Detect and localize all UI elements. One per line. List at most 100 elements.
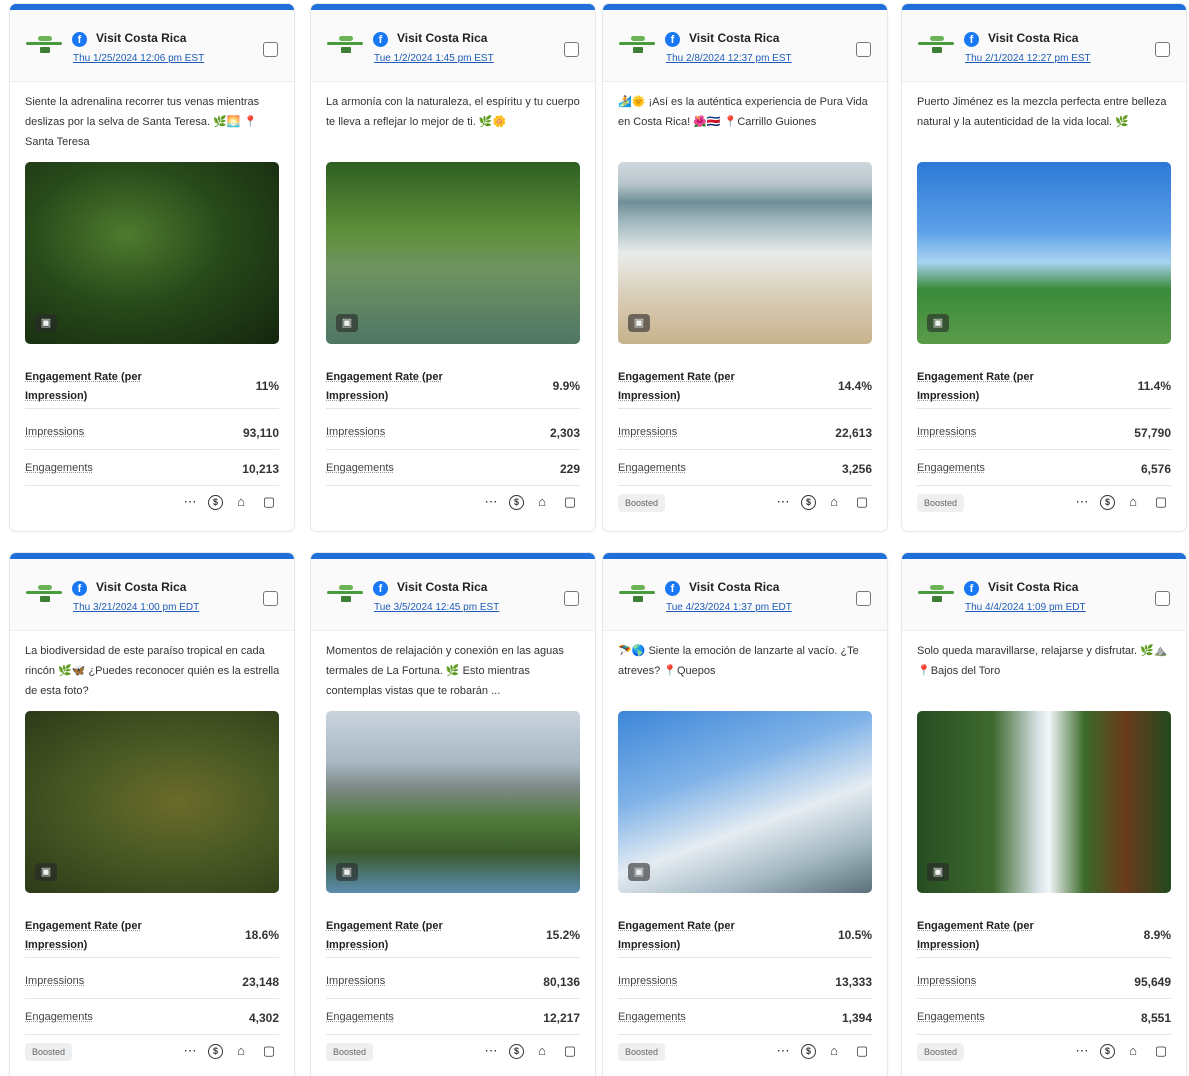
engagement-rate-row: Engagement Rate (per Impression) 11.4% <box>917 364 1171 409</box>
select-checkbox[interactable] <box>564 42 579 57</box>
impressions-row: Impressions 22,613 <box>618 420 872 450</box>
engagement-rate-label[interactable]: Engagement Rate (per Impression) <box>25 368 175 406</box>
account-name[interactable]: Visit Costa Rica <box>988 580 1078 594</box>
more-icon[interactable]: ⋯ <box>481 1041 501 1061</box>
comment-icon[interactable]: ▢ <box>1151 1041 1171 1061</box>
post-date-link[interactable]: Tue 4/23/2024 1:37 pm EDT <box>666 602 792 613</box>
tag-icon[interactable]: ⌂ <box>824 1041 844 1061</box>
engagements-label[interactable]: Engagements <box>25 462 93 474</box>
select-checkbox[interactable] <box>1155 591 1170 606</box>
tag-icon[interactable]: ⌂ <box>532 492 552 512</box>
impressions-label[interactable]: Impressions <box>618 426 677 438</box>
account-name[interactable]: Visit Costa Rica <box>988 31 1078 45</box>
post-date-link[interactable]: Tue 1/2/2024 1:45 pm EST <box>374 53 494 64</box>
facebook-icon: f <box>964 581 979 596</box>
card-header: f Visit Costa Rica Thu 3/21/2024 1:00 pm… <box>10 559 294 631</box>
post-caption: 🏄🌞 ¡Así es la auténtica experiencia de P… <box>618 96 868 128</box>
more-icon[interactable]: ⋯ <box>1072 492 1092 512</box>
dollar-icon[interactable]: $ <box>208 494 223 510</box>
engagement-rate-label[interactable]: Engagement Rate (per Impression) <box>25 917 175 955</box>
impressions-label[interactable]: Impressions <box>618 975 677 987</box>
impressions-label[interactable]: Impressions <box>326 975 385 987</box>
more-icon[interactable]: ⋯ <box>1072 1041 1092 1061</box>
image-icon: ▣ <box>336 863 358 881</box>
impressions-label[interactable]: Impressions <box>326 426 385 438</box>
dollar-icon[interactable]: $ <box>509 494 524 510</box>
tag-icon[interactable]: ⌂ <box>532 1041 552 1061</box>
engagements-label[interactable]: Engagements <box>326 462 394 474</box>
engagement-rate-label[interactable]: Engagement Rate (per Impression) <box>917 917 1067 955</box>
comment-icon[interactable]: ▢ <box>259 1041 279 1061</box>
impressions-label[interactable]: Impressions <box>25 426 84 438</box>
select-checkbox[interactable] <box>856 591 871 606</box>
comment-icon[interactable]: ▢ <box>1151 492 1171 512</box>
more-icon[interactable]: ⋯ <box>180 1041 200 1061</box>
impressions-label[interactable]: Impressions <box>917 975 976 987</box>
post-image[interactable]: ▣ <box>917 711 1171 893</box>
impressions-value: 22,613 <box>835 426 872 440</box>
impressions-label[interactable]: Impressions <box>917 426 976 438</box>
engagements-label[interactable]: Engagements <box>25 1011 93 1023</box>
card-header: f Visit Costa Rica Thu 2/8/2024 12:37 pm… <box>603 10 887 82</box>
impressions-label[interactable]: Impressions <box>25 975 84 987</box>
dollar-icon[interactable]: $ <box>509 1043 524 1059</box>
engagements-label[interactable]: Engagements <box>917 462 985 474</box>
account-name[interactable]: Visit Costa Rica <box>397 580 487 594</box>
engagements-label[interactable]: Engagements <box>917 1011 985 1023</box>
comment-icon[interactable]: ▢ <box>560 1041 580 1061</box>
select-checkbox[interactable] <box>564 591 579 606</box>
card-header: f Visit Costa Rica Thu 2/1/2024 12:27 pm… <box>902 10 1186 82</box>
engagements-label[interactable]: Engagements <box>618 1011 686 1023</box>
tag-icon[interactable]: ⌂ <box>824 492 844 512</box>
select-checkbox[interactable] <box>1155 42 1170 57</box>
more-icon[interactable]: ⋯ <box>481 492 501 512</box>
engagement-rate-label[interactable]: Engagement Rate (per Impression) <box>618 368 768 406</box>
more-icon[interactable]: ⋯ <box>773 1041 793 1061</box>
engagement-rate-label[interactable]: Engagement Rate (per Impression) <box>917 368 1067 406</box>
post-image[interactable]: ▣ <box>25 162 279 344</box>
engagement-rate-label[interactable]: Engagement Rate (per Impression) <box>326 368 476 406</box>
post-date-link[interactable]: Tue 3/5/2024 12:45 pm EST <box>374 602 499 613</box>
tag-icon[interactable]: ⌂ <box>1123 1041 1143 1061</box>
engagement-rate-label[interactable]: Engagement Rate (per Impression) <box>326 917 476 955</box>
dollar-icon[interactable]: $ <box>208 1043 223 1059</box>
account-name[interactable]: Visit Costa Rica <box>689 31 779 45</box>
post-image[interactable]: ▣ <box>618 711 872 893</box>
engagements-label[interactable]: Engagements <box>618 462 686 474</box>
select-checkbox[interactable] <box>856 42 871 57</box>
account-name[interactable]: Visit Costa Rica <box>689 580 779 594</box>
engagements-label[interactable]: Engagements <box>326 1011 394 1023</box>
select-checkbox[interactable] <box>263 591 278 606</box>
account-name[interactable]: Visit Costa Rica <box>96 580 186 594</box>
account-name[interactable]: Visit Costa Rica <box>397 31 487 45</box>
dollar-icon[interactable]: $ <box>801 494 816 510</box>
post-date-link[interactable]: Thu 2/8/2024 12:37 pm EST <box>666 53 792 64</box>
engagements-row: Engagements 10,213 <box>25 456 279 486</box>
post-date-link[interactable]: Thu 3/21/2024 1:00 pm EDT <box>73 602 199 613</box>
comment-icon[interactable]: ▢ <box>852 492 872 512</box>
dollar-icon[interactable]: $ <box>801 1043 816 1059</box>
tag-icon[interactable]: ⌂ <box>1123 492 1143 512</box>
post-image[interactable]: ▣ <box>326 711 580 893</box>
more-icon[interactable]: ⋯ <box>180 492 200 512</box>
tag-icon[interactable]: ⌂ <box>231 1041 251 1061</box>
comment-icon[interactable]: ▢ <box>259 492 279 512</box>
post-card: f Visit Costa Rica Tue 4/23/2024 1:37 pm… <box>603 553 887 1076</box>
post-image[interactable]: ▣ <box>618 162 872 344</box>
post-date-link[interactable]: Thu 2/1/2024 12:27 pm EST <box>965 53 1091 64</box>
select-checkbox[interactable] <box>263 42 278 57</box>
post-image[interactable]: ▣ <box>326 162 580 344</box>
dollar-icon[interactable]: $ <box>1100 494 1115 510</box>
engagements-value: 12,217 <box>543 1011 580 1025</box>
post-image[interactable]: ▣ <box>917 162 1171 344</box>
account-name[interactable]: Visit Costa Rica <box>96 31 186 45</box>
post-image[interactable]: ▣ <box>25 711 279 893</box>
tag-icon[interactable]: ⌂ <box>231 492 251 512</box>
comment-icon[interactable]: ▢ <box>852 1041 872 1061</box>
dollar-icon[interactable]: $ <box>1100 1043 1115 1059</box>
post-date-link[interactable]: Thu 4/4/2024 1:09 pm EDT <box>965 602 1086 613</box>
engagement-rate-label[interactable]: Engagement Rate (per Impression) <box>618 917 768 955</box>
comment-icon[interactable]: ▢ <box>560 492 580 512</box>
post-date-link[interactable]: Thu 1/25/2024 12:06 pm EST <box>73 53 204 64</box>
more-icon[interactable]: ⋯ <box>773 492 793 512</box>
